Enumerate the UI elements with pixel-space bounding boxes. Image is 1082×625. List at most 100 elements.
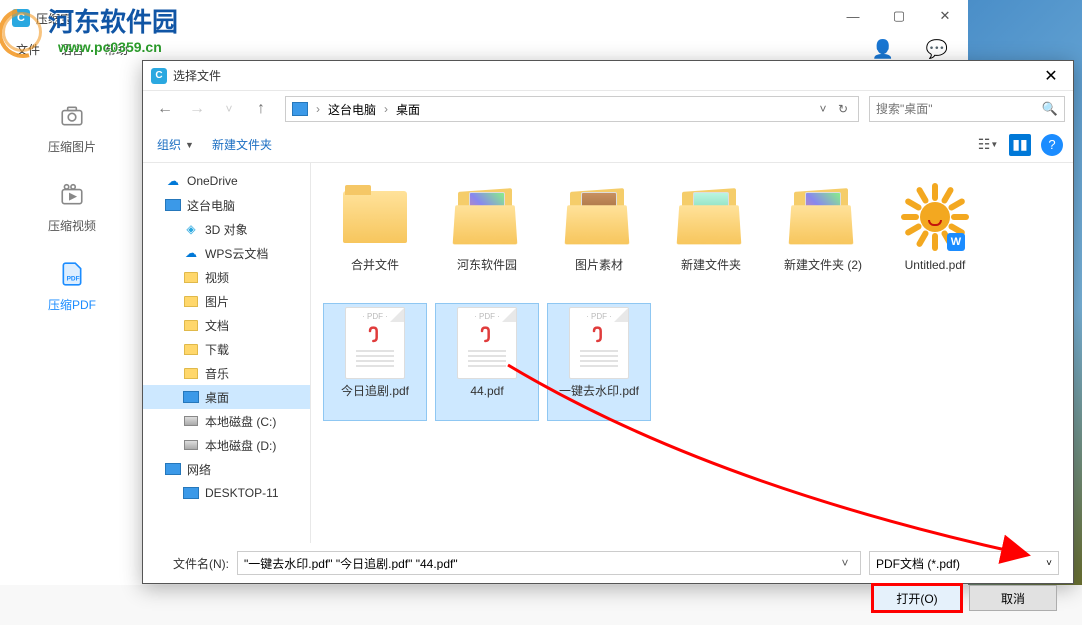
breadcrumb-sep: › xyxy=(316,102,320,116)
file-dialog: C 选择文件 ✕ ← → ˅ ↑ › 这台电脑 › 桌面 ˅ ↻ 🔍 组织 ▼ … xyxy=(142,60,1074,584)
watermark-url: www.pc0359.cn xyxy=(58,39,202,55)
pdf-icon: PDF xyxy=(58,260,86,288)
tree-item[interactable]: 下载 xyxy=(143,337,310,361)
folder-tree[interactable]: ☁OneDrive 这台电脑 ◈ 3D 对象 ☁ WPS云文档视频图片文档下载音乐桌面本地… xyxy=(143,163,311,543)
svg-text:PDF: PDF xyxy=(67,276,80,283)
tree-item[interactable]: 图片 xyxy=(143,289,310,313)
filename-dropdown[interactable]: ˅ xyxy=(836,556,854,570)
file-item[interactable]: · PDF · 今日追剧.pdf xyxy=(323,303,427,421)
sidebar-label: 压缩PDF xyxy=(48,296,96,313)
tree-item[interactable]: ◈ 3D 对象 xyxy=(143,217,310,241)
file-thumb: W xyxy=(898,180,972,254)
sidebar-compress-pdf[interactable]: PDF 压缩PDF xyxy=(0,244,144,323)
file-item[interactable]: · PDF · 一键去水印.pdf xyxy=(547,303,651,421)
tree-label: 下载 xyxy=(205,341,229,358)
tree-item[interactable]: ☁ WPS云文档 xyxy=(143,241,310,265)
file-label: 一键去水印.pdf xyxy=(555,384,643,400)
dialog-title: 选择文件 xyxy=(173,67,221,84)
tree-item[interactable]: DESKTOP-11 xyxy=(143,481,310,505)
up-button[interactable]: ↑ xyxy=(247,95,275,123)
close-button[interactable]: ✕ xyxy=(922,0,968,32)
file-thumb: · PDF · xyxy=(338,306,412,380)
file-label: 44.pdf xyxy=(466,384,507,400)
folder-icon xyxy=(183,318,199,332)
file-item[interactable]: 合并文件 xyxy=(323,177,427,295)
tree-item[interactable]: 网络 xyxy=(143,457,310,481)
file-thumb xyxy=(786,180,860,254)
tree-label: 3D 对象 xyxy=(205,221,248,238)
file-item[interactable]: 河东软件园 xyxy=(435,177,539,295)
file-label: Untitled.pdf xyxy=(901,258,970,274)
monitor-icon xyxy=(183,486,199,500)
tree-item[interactable]: 桌面 xyxy=(143,385,310,409)
file-item[interactable]: W Untitled.pdf xyxy=(883,177,987,295)
sidebar-compress-image[interactable]: 压缩图片 xyxy=(0,86,144,165)
search-input[interactable] xyxy=(876,102,1042,116)
preview-pane-button[interactable]: ▮▮ xyxy=(1009,134,1031,156)
filename-field[interactable]: ˅ xyxy=(237,551,861,575)
file-label: 河东软件园 xyxy=(453,258,521,274)
dialog-navbar: ← → ˅ ↑ › 这台电脑 › 桌面 ˅ ↻ 🔍 xyxy=(143,91,1073,127)
new-folder-button[interactable]: 新建文件夹 xyxy=(212,136,272,153)
file-label: 今日追剧.pdf xyxy=(337,384,413,400)
tree-item[interactable]: 音乐 xyxy=(143,361,310,385)
folder-icon xyxy=(183,294,199,308)
file-label: 合并文件 xyxy=(347,258,403,274)
dialog-close-button[interactable]: ✕ xyxy=(1029,61,1073,91)
search-box[interactable]: 🔍 xyxy=(869,96,1065,122)
tree-item[interactable]: ☁OneDrive xyxy=(143,169,310,193)
tree-item[interactable]: 这台电脑 xyxy=(143,193,310,217)
file-item[interactable]: · PDF ·44.pdf xyxy=(435,303,539,421)
tree-label: 本地磁盘 (C:) xyxy=(205,413,276,430)
tree-item[interactable]: 本地磁盘 (D:) xyxy=(143,433,310,457)
folder-icon xyxy=(183,270,199,284)
tree-label: 文档 xyxy=(205,317,229,334)
tree-item[interactable]: 文档 xyxy=(143,313,310,337)
tree-label: 网络 xyxy=(187,461,211,478)
cancel-button[interactable]: 取消 xyxy=(969,585,1057,611)
monitor-icon xyxy=(183,390,199,404)
file-label: 新建文件夹 (2) xyxy=(780,258,866,274)
file-list[interactable]: 合并文件 河东软件园 图片素材新建文件夹新建文件夹 (2) W Untitled.pdf… xyxy=(311,163,1073,543)
tree-item[interactable]: 视频 xyxy=(143,265,310,289)
tree-label: 本地磁盘 (D:) xyxy=(205,437,276,454)
filetype-filter[interactable]: PDF文档 (*.pdf) ˅ xyxy=(869,551,1059,575)
filename-input[interactable] xyxy=(244,556,836,570)
recent-dropdown[interactable]: ˅ xyxy=(215,95,243,123)
file-thumb xyxy=(450,180,524,254)
sidebar-compress-video[interactable]: 压缩视频 xyxy=(0,165,144,244)
cube-icon: ◈ xyxy=(183,222,199,236)
tree-label: WPS云文档 xyxy=(205,245,268,262)
file-thumb xyxy=(338,180,412,254)
file-item[interactable]: 新建文件夹 xyxy=(659,177,763,295)
file-item[interactable]: 新建文件夹 (2) xyxy=(771,177,875,295)
open-button[interactable]: 打开(O) xyxy=(873,585,961,611)
tree-item[interactable]: 本地磁盘 (C:) xyxy=(143,409,310,433)
address-dropdown[interactable]: ˅ xyxy=(814,102,832,116)
tree-label: OneDrive xyxy=(187,174,238,188)
file-thumb: · PDF · xyxy=(562,306,636,380)
back-button[interactable]: ← xyxy=(151,95,179,123)
dialog-titlebar: C 选择文件 ✕ xyxy=(143,61,1073,91)
search-icon[interactable]: 🔍 xyxy=(1042,101,1058,117)
sidebar-label: 压缩图片 xyxy=(48,138,96,155)
tree-label: 这台电脑 xyxy=(187,197,235,214)
view-icons-button[interactable]: ☷ ▼ xyxy=(977,134,999,156)
tree-label: 桌面 xyxy=(205,389,229,406)
file-item[interactable]: 图片素材 xyxy=(547,177,651,295)
address-bar[interactable]: › 这台电脑 › 桌面 ˅ ↻ xyxy=(285,96,859,122)
cloud-icon: ☁ xyxy=(183,246,199,260)
breadcrumb-current[interactable]: 桌面 xyxy=(396,101,420,118)
disk-icon xyxy=(183,414,199,428)
organize-button[interactable]: 组织 ▼ xyxy=(157,136,194,153)
help-button[interactable]: ? xyxy=(1041,134,1063,156)
left-sidebar: 压缩图片 压缩视频 PDF 压缩PDF xyxy=(0,70,144,323)
breadcrumb-root[interactable]: 这台电脑 xyxy=(328,101,376,118)
watermark: 河东软件园 www.pc0359.cn xyxy=(2,2,202,55)
file-thumb xyxy=(674,180,748,254)
address-refresh[interactable]: ↻ xyxy=(834,102,852,116)
forward-button[interactable]: → xyxy=(183,95,211,123)
tree-label: 图片 xyxy=(205,293,229,310)
minimize-button[interactable]: — xyxy=(830,0,876,32)
maximize-button[interactable]: ▢ xyxy=(876,0,922,32)
